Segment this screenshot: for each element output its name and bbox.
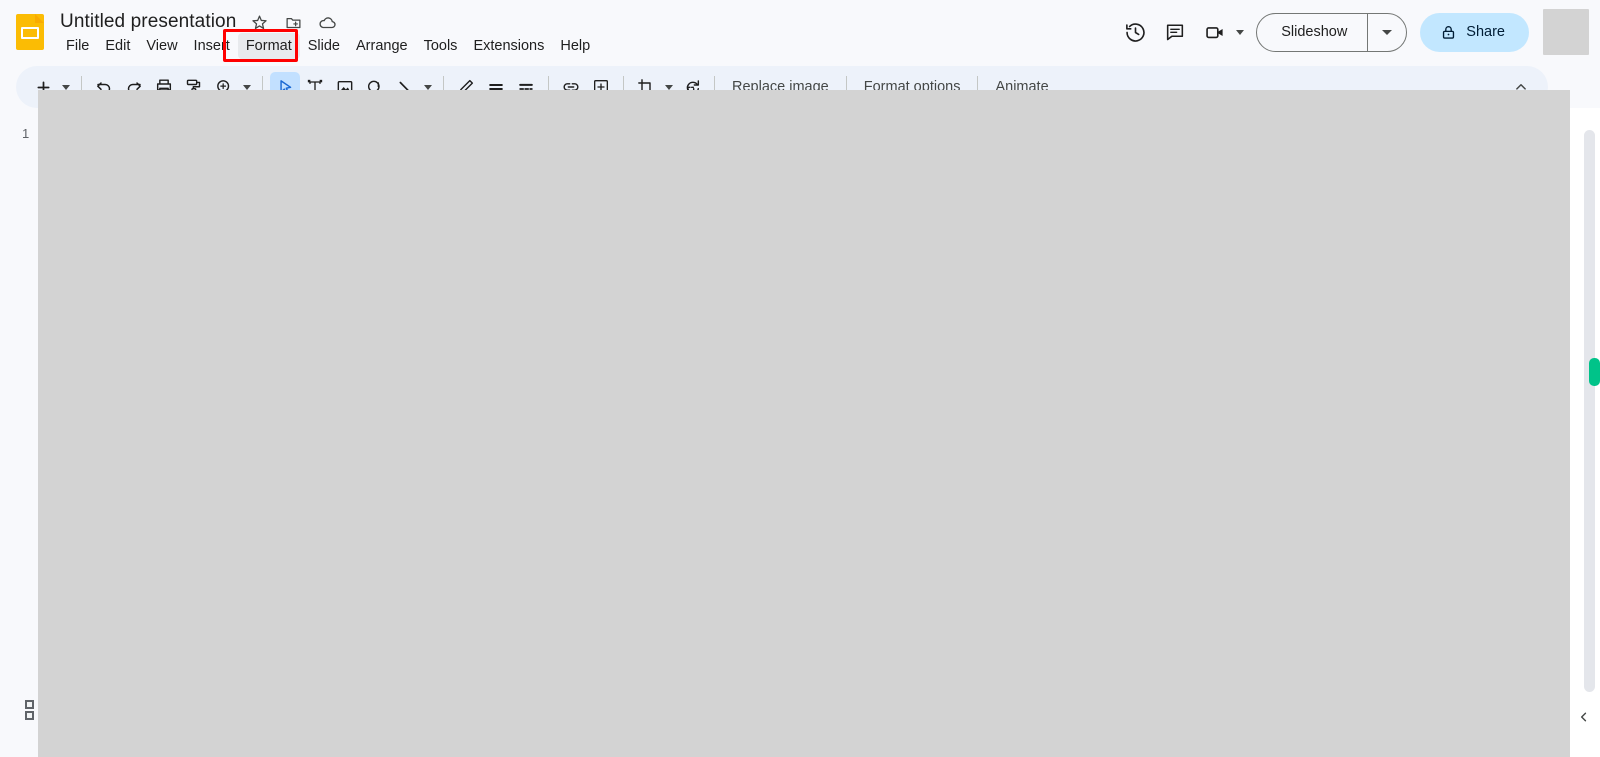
present-video-icon[interactable] xyxy=(1195,12,1235,52)
vertical-scrollbar[interactable] xyxy=(1584,130,1595,692)
share-button[interactable]: Share xyxy=(1420,12,1529,52)
menu-tools[interactable]: Tools xyxy=(416,33,466,59)
menu-bar: File Edit View Insert Format Slide Arran… xyxy=(58,33,598,59)
slideshow-button[interactable]: Slideshow xyxy=(1257,14,1367,51)
menu-insert[interactable]: Insert xyxy=(186,33,238,59)
slides-logo-icon[interactable] xyxy=(16,14,50,50)
google-slides-window: Untitled presentation File Edit View Ins… xyxy=(0,0,1600,757)
version-history-icon[interactable] xyxy=(1115,12,1155,52)
chevron-left-icon[interactable] xyxy=(1574,707,1594,727)
menu-help[interactable]: Help xyxy=(552,33,598,59)
menu-format[interactable]: Format xyxy=(237,33,300,59)
panel-resize-handle-icon[interactable] xyxy=(25,700,35,720)
slide-canvas-overlay[interactable] xyxy=(38,90,1570,757)
menu-view[interactable]: View xyxy=(138,33,185,59)
header-actions: Slideshow Share xyxy=(1115,9,1600,55)
star-icon[interactable] xyxy=(246,9,272,35)
menu-edit[interactable]: Edit xyxy=(97,33,138,59)
chevron-down-icon[interactable] xyxy=(1236,29,1245,35)
menu-slide[interactable]: Slide xyxy=(300,33,348,59)
app-header: Untitled presentation File Edit View Ins… xyxy=(0,0,1600,64)
lock-icon xyxy=(1440,24,1457,41)
present-video-button[interactable] xyxy=(1195,12,1245,52)
menu-file[interactable]: File xyxy=(58,33,97,59)
menu-extensions[interactable]: Extensions xyxy=(465,33,552,59)
menu-arrange[interactable]: Arrange xyxy=(348,33,416,59)
slideshow-button-group: Slideshow xyxy=(1256,12,1408,52)
title-row: Untitled presentation xyxy=(58,8,340,36)
slideshow-options-button[interactable] xyxy=(1368,14,1406,51)
collaborator-presence-marker xyxy=(1589,358,1600,386)
cloud-saved-icon[interactable] xyxy=(314,9,340,35)
account-avatar[interactable] xyxy=(1543,9,1589,55)
document-title[interactable]: Untitled presentation xyxy=(58,8,238,36)
slide-number-label: 1 xyxy=(22,126,30,141)
right-rail xyxy=(1570,108,1600,757)
share-button-label: Share xyxy=(1466,24,1505,40)
slide-filmstrip-panel: 1 xyxy=(0,108,38,757)
comment-icon[interactable] xyxy=(1155,12,1195,52)
move-to-folder-icon[interactable] xyxy=(280,9,306,35)
